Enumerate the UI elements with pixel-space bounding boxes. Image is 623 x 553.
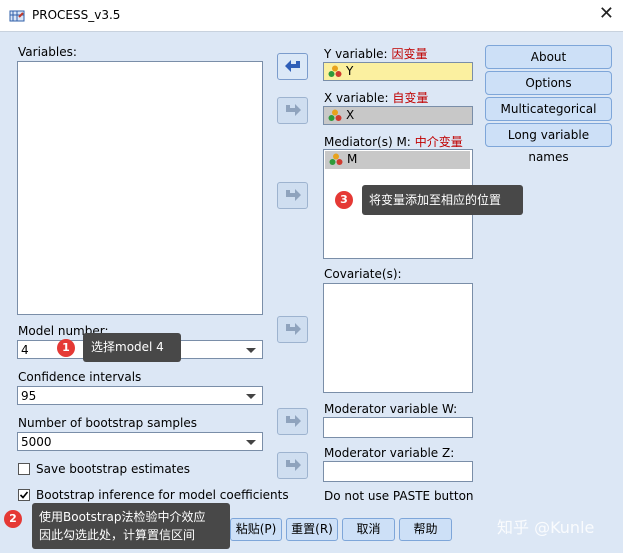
chevron-down-icon xyxy=(246,440,256,445)
bootstrap-samples-value: 5000 xyxy=(21,435,52,449)
about-button[interactable]: About xyxy=(485,45,612,69)
arrow-right-icon xyxy=(286,104,301,116)
moderator-w-field[interactable] xyxy=(323,417,473,438)
long-variable-names-button[interactable]: Long variable names xyxy=(485,123,612,164)
annotation-tip-3: 将变量添加至相应的位置 xyxy=(362,185,523,215)
move-covariate-button[interactable] xyxy=(277,316,308,343)
mediator-item[interactable]: M xyxy=(325,151,470,169)
variable-balls-icon xyxy=(328,109,342,121)
help-button[interactable]: 帮助 xyxy=(399,518,452,541)
options-button[interactable]: Options xyxy=(485,71,612,95)
moderator-w-label: Moderator variable W: xyxy=(324,402,458,416)
variable-balls-icon xyxy=(328,65,342,77)
bootstrap-inference-label: Bootstrap inference for model coefficien… xyxy=(36,488,289,502)
annotation-badge-3: 3 xyxy=(335,191,353,209)
confidence-select[interactable]: 95 xyxy=(17,386,263,405)
mediator-label-en: Mediator(s) M: xyxy=(324,135,411,149)
save-bootstrap-label: Save bootstrap estimates xyxy=(36,462,191,476)
move-x-button[interactable] xyxy=(277,97,308,124)
arrow-right-icon xyxy=(286,459,301,471)
x-variable-label-cn: 自变量 xyxy=(392,91,429,105)
paste-note: Do not use PASTE button xyxy=(324,489,474,503)
x-variable-label: X variable: 自变量 xyxy=(324,89,428,106)
moderator-z-label: Moderator variable Z: xyxy=(324,446,455,460)
x-variable-value: X xyxy=(346,108,355,122)
mediator-value: M xyxy=(347,152,358,166)
arrow-right-icon xyxy=(286,189,301,201)
variables-label: Variables: xyxy=(18,45,77,59)
covariates-label: Covariate(s): xyxy=(324,267,402,281)
mediator-label: Mediator(s) M: 中介变量 xyxy=(324,133,463,150)
covariates-list[interactable] xyxy=(323,283,473,393)
x-variable-label-en: X variable: xyxy=(324,91,389,105)
chevron-down-icon xyxy=(246,348,256,353)
moderator-z-field[interactable] xyxy=(323,461,473,482)
chevron-down-icon xyxy=(246,394,256,399)
arrow-right-icon xyxy=(286,415,301,427)
arrow-left-icon xyxy=(285,60,300,72)
y-variable-field[interactable]: Y xyxy=(323,62,473,81)
save-bootstrap-checkbox[interactable] xyxy=(18,463,30,475)
arrow-right-icon xyxy=(286,323,301,335)
variable-balls-icon xyxy=(329,153,343,165)
annotation-badge-1: 1 xyxy=(57,339,75,357)
move-y-button[interactable] xyxy=(277,53,308,80)
spss-app-icon xyxy=(9,8,25,24)
watermark: 知乎 @Kunle xyxy=(497,518,595,537)
cancel-button[interactable]: 取消 xyxy=(342,518,395,541)
annotation-tip-2: 使用Bootstrap法检验中介效应 因此勾选此处，计算置信区间 xyxy=(32,503,230,549)
mediator-label-cn: 中介变量 xyxy=(414,135,463,149)
annotation-badge-2: 2 xyxy=(4,510,22,528)
y-variable-label: Y variable: 因变量 xyxy=(324,45,427,62)
paste-button[interactable]: 粘贴(P) xyxy=(230,518,282,541)
confidence-value: 95 xyxy=(21,389,37,403)
annotation-tip-2-line1: 使用Bootstrap法检验中介效应 xyxy=(39,510,206,524)
bootstrap-samples-select[interactable]: 5000 xyxy=(17,432,263,451)
multicategorical-button[interactable]: Multicategorical xyxy=(485,97,612,121)
y-variable-value: Y xyxy=(346,64,354,78)
reset-button[interactable]: 重置(R) xyxy=(286,518,338,541)
y-variable-label-en: Y variable: xyxy=(324,47,388,61)
x-variable-field[interactable]: X xyxy=(323,106,473,125)
confidence-label: Confidence intervals xyxy=(18,370,142,384)
variables-list[interactable] xyxy=(17,61,263,315)
close-icon[interactable]: ✕ xyxy=(599,4,614,24)
model-number-value: 4 xyxy=(21,343,29,357)
checkmark-icon xyxy=(19,491,29,499)
window-title: PROCESS_v3.5 xyxy=(32,8,121,22)
y-variable-label-cn: 因变量 xyxy=(391,47,428,61)
title-bar: PROCESS_v3.5 ✕ xyxy=(0,0,623,32)
move-mediator-button[interactable] xyxy=(277,182,308,209)
annotation-tip-2-line2: 因此勾选此处，计算置信区间 xyxy=(39,528,196,542)
move-moderator-z-button[interactable] xyxy=(277,452,308,479)
move-moderator-w-button[interactable] xyxy=(277,408,308,435)
bootstrap-inference-checkbox[interactable] xyxy=(18,489,30,501)
annotation-tip-1: 选择model 4 xyxy=(83,333,181,362)
bootstrap-samples-label: Number of bootstrap samples xyxy=(18,416,197,430)
